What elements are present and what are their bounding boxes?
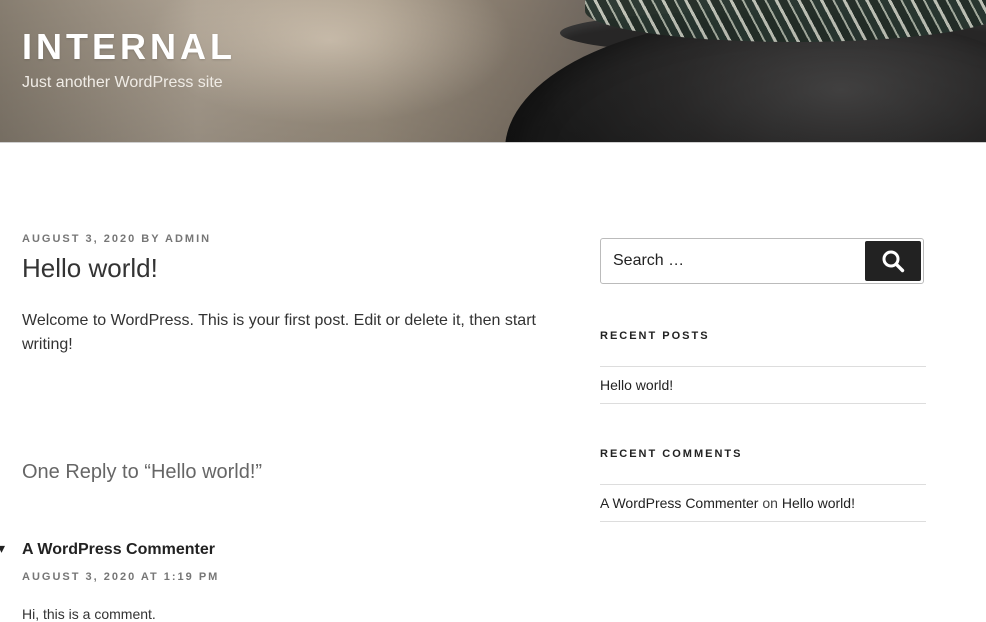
site-title[interactable]: INTERNAL — [22, 26, 236, 68]
post-title[interactable]: Hello world! — [22, 253, 158, 284]
post-meta: AUGUST 3, 2020 BY ADMIN — [22, 233, 211, 245]
search-button[interactable] — [865, 241, 921, 281]
search-input[interactable] — [601, 239, 861, 283]
recent-comment-post-link[interactable]: Hello world! — [782, 495, 855, 511]
comment-author[interactable]: A WordPress Commenter — [22, 541, 215, 559]
comment-text: Hi, this is a comment. — [22, 606, 156, 622]
recent-post-link[interactable]: Hello world! — [600, 377, 673, 393]
recent-comments-list: A WordPress Commenter on Hello world! — [600, 484, 926, 522]
recent-comment-item: A WordPress Commenter on Hello world! — [600, 485, 926, 522]
recent-comment-on-label: on — [762, 495, 778, 511]
recent-comment-author-link[interactable]: A WordPress Commenter — [600, 495, 758, 511]
recent-comments-title: RECENT COMMENTS — [600, 448, 743, 460]
search-form — [600, 238, 924, 284]
header-image-overlay — [0, 0, 986, 142]
site-description: Just another WordPress site — [22, 74, 223, 91]
comment-meta[interactable]: AUGUST 3, 2020 AT 1:19 PM — [22, 571, 219, 583]
search-icon — [882, 250, 905, 273]
recent-posts-title: RECENT POSTS — [600, 330, 710, 342]
post-by-label: BY — [141, 233, 161, 245]
post-date-link[interactable]: AUGUST 3, 2020 — [22, 233, 136, 245]
comments-title: One Reply to “Hello world!” — [22, 461, 263, 483]
recent-post-item: Hello world! — [600, 367, 926, 404]
post-author-link[interactable]: ADMIN — [165, 233, 211, 245]
recent-posts-list: Hello world! — [600, 366, 926, 404]
site-header: INTERNAL Just another WordPress site — [0, 0, 986, 143]
post-content: Welcome to WordPress. This is your first… — [22, 312, 536, 353]
comment-reply-arrow-icon: ▾ — [0, 540, 6, 556]
